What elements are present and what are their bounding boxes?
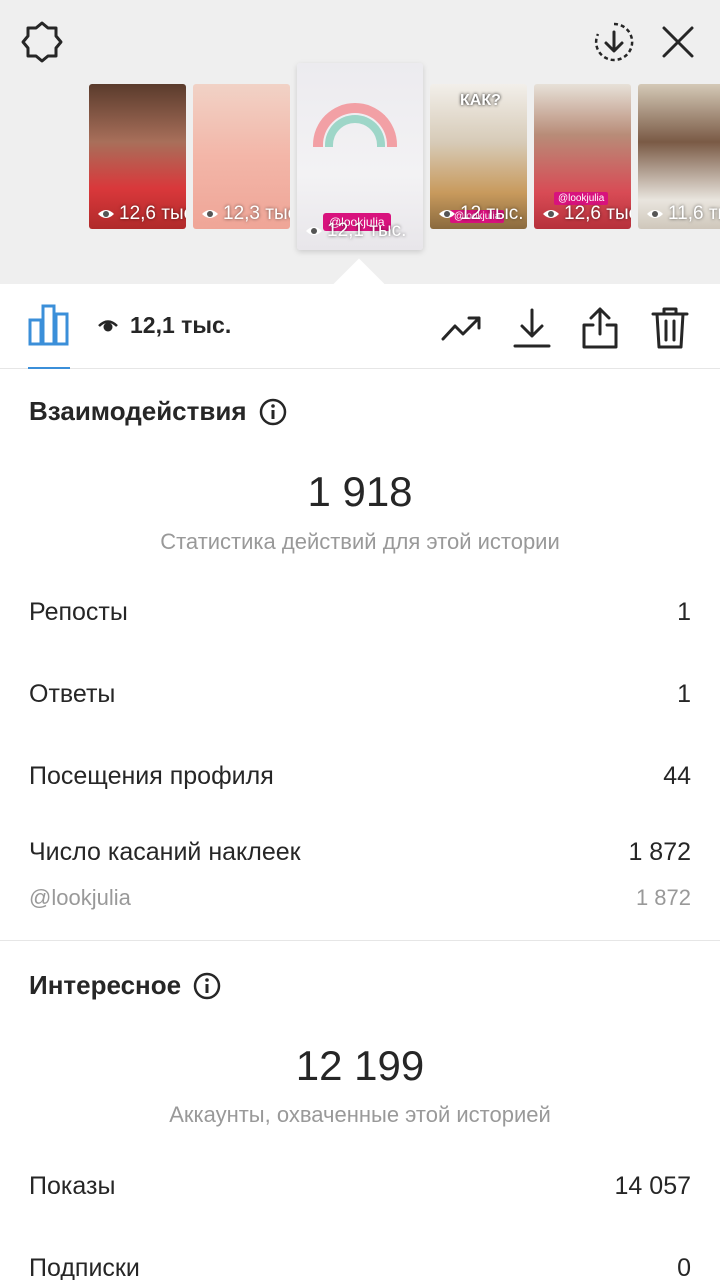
share-icon xyxy=(582,307,618,349)
story-thumbnail-selected[interactable]: @lookjulia 12,1 тыс. xyxy=(297,63,423,250)
download-circle-icon xyxy=(594,22,634,62)
story-thumbnail[interactable]: @lookjulia 12,6 тыс. xyxy=(534,84,631,229)
eye-icon xyxy=(98,319,118,331)
stat-value: 1 872 xyxy=(628,838,691,866)
discovery-subtitle: Аккаунты, охваченные этой историей xyxy=(169,1102,551,1127)
story-thumbnail[interactable]: 12,3 тыс. xyxy=(193,84,290,229)
download-button[interactable] xyxy=(510,306,554,350)
section-header: Интересное xyxy=(29,970,221,1001)
stat-value: 0 xyxy=(677,1254,691,1280)
story-views: 12,1 тыс. xyxy=(305,220,406,242)
tab-insights[interactable] xyxy=(28,302,70,368)
discovery-section: Интересное 12 199 Аккаунты, охваченные э… xyxy=(0,942,720,1280)
info-icon[interactable] xyxy=(193,972,221,1000)
eye-icon xyxy=(647,210,663,218)
eye-icon xyxy=(439,210,455,218)
stat-row: Подписки 0 xyxy=(29,1254,691,1280)
gear-icon xyxy=(21,21,63,63)
section-header: Взаимодействия xyxy=(29,396,287,427)
sticker-stat-row: @lookjulia 1 872 xyxy=(29,885,691,911)
download-icon xyxy=(513,308,551,348)
stat-value: 44 xyxy=(663,762,691,790)
stat-row: Посещения профиля 44 xyxy=(29,762,691,791)
story-view-count: 12,1 тыс. xyxy=(98,312,231,339)
stat-value: 1 xyxy=(677,598,691,626)
stat-label: Репосты xyxy=(29,598,128,626)
story-caption: КАК? xyxy=(460,92,501,109)
interactions-section: Взаимодействия 1 918 Статистика действий… xyxy=(0,369,720,941)
delete-button[interactable] xyxy=(648,306,692,350)
stat-label: Число касаний наклеек xyxy=(29,838,301,866)
section-title: Взаимодействия xyxy=(29,396,247,426)
insights-toolbar: 12,1 тыс. xyxy=(0,284,720,369)
discovery-total: 12 199 xyxy=(295,1042,425,1089)
story-views: 12,6 тыс. xyxy=(542,203,631,225)
interactions-subtitle: Статистика действий для этой истории xyxy=(160,529,560,554)
story-views: 12,6 тыс. xyxy=(97,203,186,225)
save-story-button[interactable] xyxy=(590,18,638,66)
eye-icon xyxy=(202,210,218,218)
info-icon[interactable] xyxy=(259,398,287,426)
trash-icon xyxy=(651,307,689,349)
section-title: Интересное xyxy=(29,970,182,1000)
eye-icon xyxy=(543,210,559,218)
trending-up-icon xyxy=(441,316,481,341)
stat-label: Посещения профиля xyxy=(29,762,274,790)
eye-icon xyxy=(306,227,322,235)
stat-label: Подписки xyxy=(29,1254,140,1280)
stat-row: Показы 14 057 xyxy=(29,1172,691,1201)
story-views: 12,3 тыс. xyxy=(201,203,290,225)
close-icon xyxy=(662,26,694,58)
share-button[interactable] xyxy=(578,306,622,350)
story-thumbnail[interactable]: КАК? @lookjulia 12 тыс. xyxy=(430,84,527,229)
interactions-total: 1 918 xyxy=(307,468,413,515)
stat-row: Репосты 1 xyxy=(29,598,691,627)
promote-button[interactable] xyxy=(441,306,485,350)
bar-chart-icon xyxy=(28,304,69,346)
sticker-value: 1 872 xyxy=(635,885,691,910)
settings-button[interactable] xyxy=(18,18,66,66)
story-views: 12 тыс. xyxy=(438,203,524,225)
stat-value: 14 057 xyxy=(614,1172,691,1200)
view-count-value: 12,1 тыс. xyxy=(130,312,232,338)
stat-row: Ответы 1 xyxy=(29,680,691,709)
story-views: 11,6 тыс. xyxy=(646,203,720,225)
story-strip-area: 12,6 тыс. 12,3 тыс. @lookjulia 12,1 тыс.… xyxy=(0,0,720,310)
stat-value: 1 xyxy=(677,680,691,708)
eye-icon xyxy=(98,210,114,218)
stat-label: Ответы xyxy=(29,680,116,708)
stat-row: Число касаний наклеек 1 872 xyxy=(29,838,691,867)
story-thumbnail[interactable]: 12,6 тыс. xyxy=(89,84,186,229)
story-thumbnail[interactable]: 11,6 тыс. xyxy=(638,84,720,229)
stat-label: Показы xyxy=(29,1172,116,1200)
close-button[interactable] xyxy=(654,18,702,66)
sticker-label: @lookjulia xyxy=(29,885,131,910)
